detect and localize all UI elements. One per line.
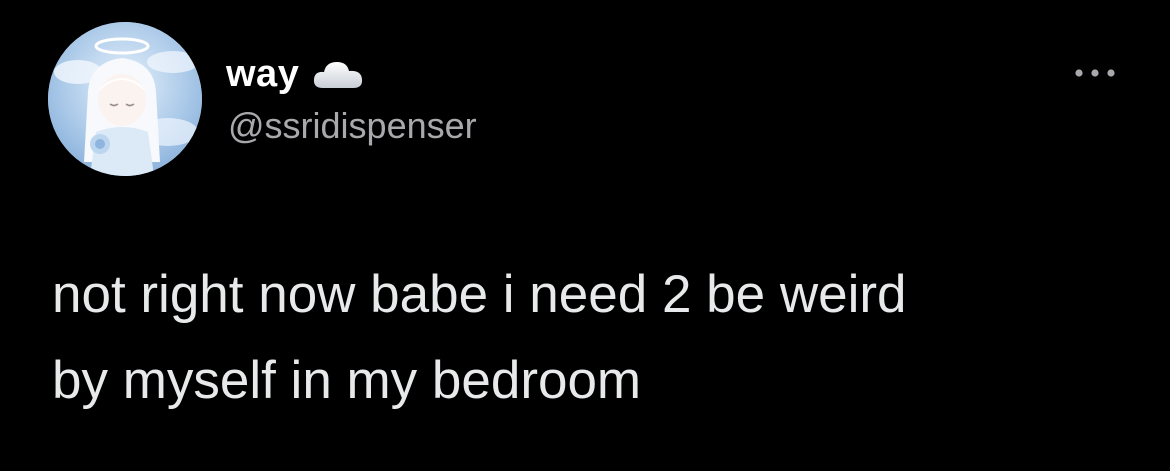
- display-name-row[interactable]: way: [226, 48, 365, 100]
- tweet-card: way @ssridispenser not right now babe i …: [0, 0, 1170, 471]
- user-handle[interactable]: @ssridispenser: [228, 106, 477, 146]
- more-horizontal-icon: [1075, 69, 1115, 77]
- avatar-image: [48, 22, 202, 176]
- avatar[interactable]: [48, 22, 202, 176]
- more-options-button[interactable]: [1068, 60, 1122, 86]
- cloud-icon: [314, 62, 363, 88]
- display-name[interactable]: way: [226, 55, 299, 93]
- tweet-text: not right now babe i need 2 be weird by …: [52, 265, 907, 410]
